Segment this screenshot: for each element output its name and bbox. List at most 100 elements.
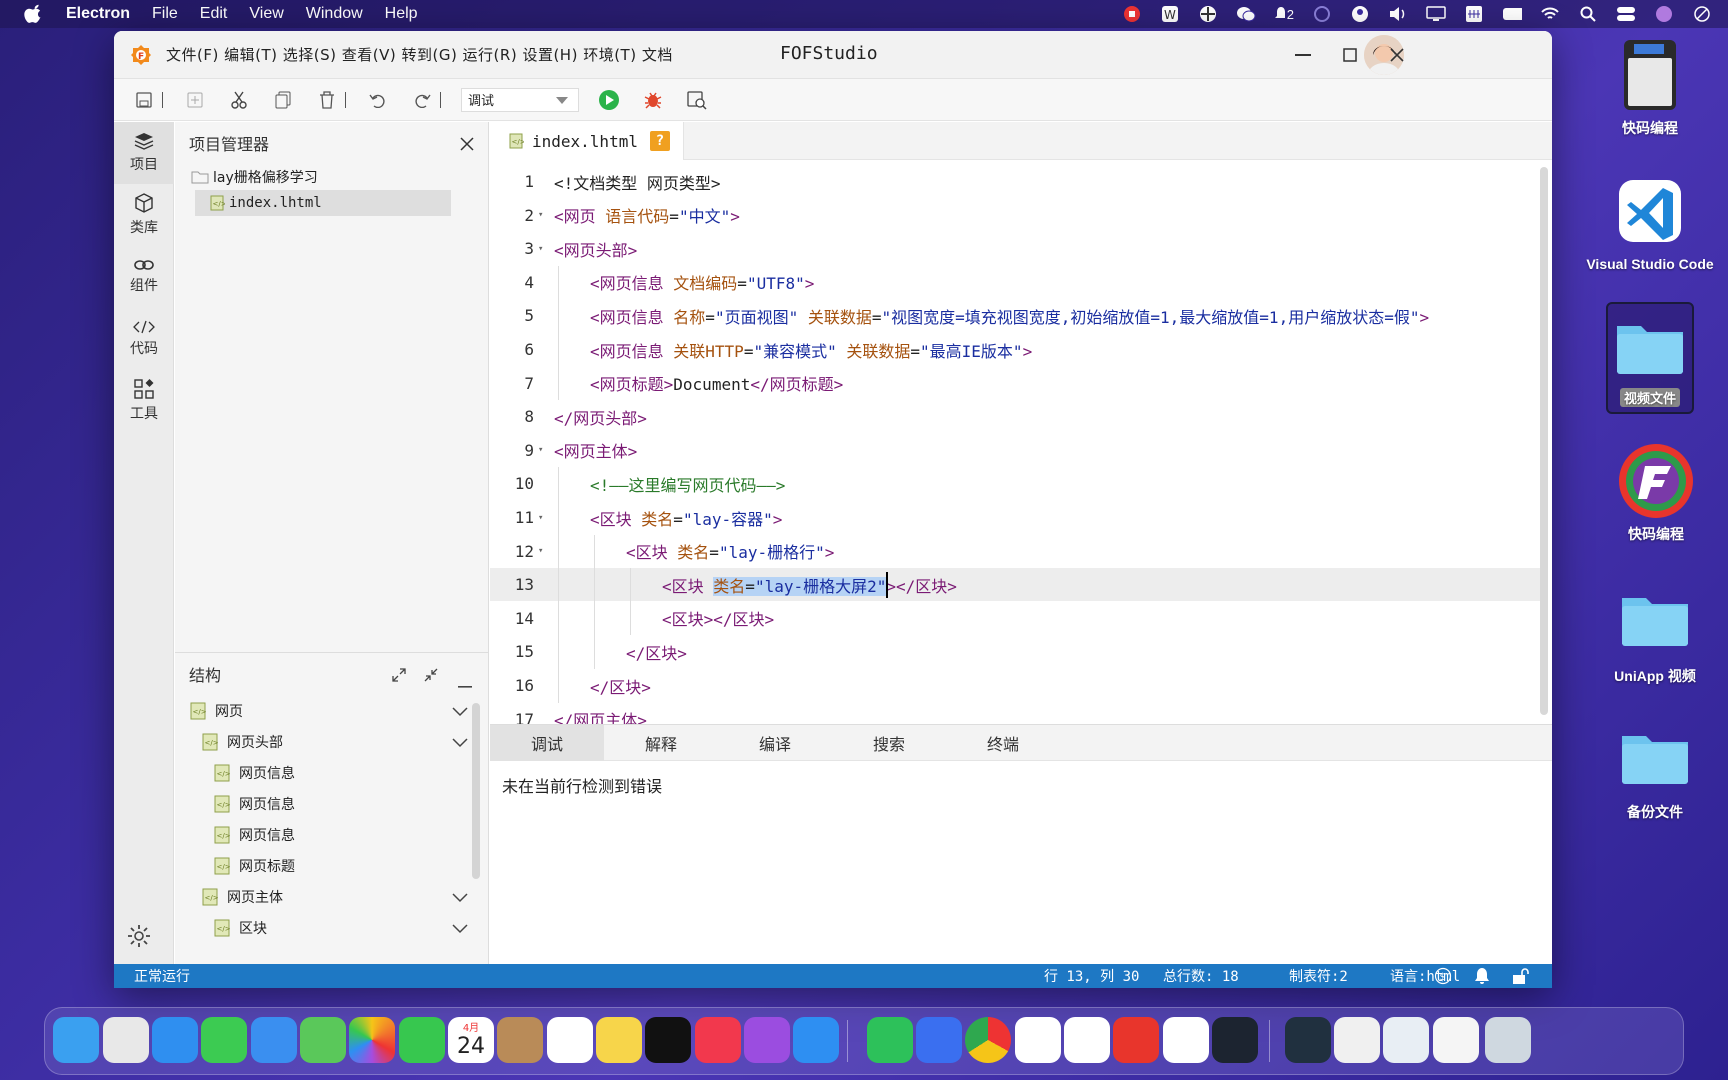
project-file-item[interactable]: </> index.lhtml (195, 190, 451, 216)
structure-scrollbar[interactable] (472, 703, 480, 879)
expand-icon[interactable] (392, 667, 406, 686)
debug-bug-icon[interactable] (641, 88, 665, 112)
menu-window[interactable]: Window (306, 5, 363, 23)
collapse-icon[interactable] (424, 667, 438, 686)
filmora-icon[interactable] (1212, 1017, 1258, 1063)
structure-item[interactable]: </> 网页 (175, 695, 488, 726)
dnd-icon[interactable] (1692, 5, 1712, 23)
siri-icon[interactable] (1654, 5, 1674, 23)
save-icon[interactable] (132, 88, 156, 112)
new-file-icon[interactable] (183, 88, 207, 112)
chevron-down-icon[interactable] (452, 891, 468, 907)
code-line[interactable]: 3 ▾ <网页头部> (490, 232, 1540, 265)
activity-library[interactable]: 类库 (114, 184, 174, 246)
minus-icon[interactable] (458, 673, 472, 692)
contacts-icon[interactable] (497, 1017, 543, 1063)
window-preview-icon[interactable] (1285, 1017, 1331, 1063)
activity-components[interactable]: 组件 (114, 246, 174, 308)
qq-icon[interactable] (1064, 1017, 1110, 1063)
close-panel-icon[interactable] (460, 136, 474, 155)
structure-item[interactable]: </> 网页标题 (175, 850, 488, 881)
record-icon[interactable] (1122, 5, 1142, 23)
bell-icon[interactable] (1474, 967, 1490, 988)
menu-app-name[interactable]: Electron (66, 5, 130, 23)
structure-item[interactable]: </> 网页信息 (175, 788, 488, 819)
menu-edit[interactable]: Edit (200, 5, 228, 23)
structure-item[interactable]: </> 网页头部 (175, 726, 488, 757)
code-line[interactable]: 15 </区块> (490, 635, 1540, 669)
activity-code[interactable]: 代码 (114, 308, 174, 370)
code-line[interactable]: 13 <区块 类名="lay-栅格大屏2"></区块> (490, 568, 1540, 602)
run-icon[interactable] (597, 88, 621, 112)
close-icon[interactable] (1380, 39, 1414, 71)
mail-icon[interactable] (251, 1017, 297, 1063)
undo-icon[interactable] (366, 88, 390, 112)
chrome-icon[interactable] (965, 1017, 1011, 1063)
code-line[interactable]: 11 ▾ <区块 类名="lay-容器"> (490, 501, 1540, 535)
unlock-icon[interactable] (1512, 967, 1530, 988)
desktop-item-vscode[interactable]: Visual Studio Code (1580, 180, 1720, 272)
tencent-docs-icon[interactable] (1015, 1017, 1061, 1063)
tab-explain[interactable]: 解释 (604, 725, 718, 761)
code-line[interactable]: 2 ▾ <网页 语言代码="中文"> (490, 199, 1540, 232)
status-tab-size[interactable]: 制表符:2 (1289, 966, 1348, 986)
code-line[interactable]: 10 <!——这里编写网页代码——> (490, 467, 1540, 501)
lark-icon[interactable] (916, 1017, 962, 1063)
status-cursor-position[interactable]: 行 13, 列 30 (1044, 966, 1139, 986)
fold-toggle-icon[interactable]: ▾ (538, 244, 548, 254)
code-line[interactable]: 4 <网页信息 文档编码="UTF8"> (490, 265, 1540, 300)
minimize-icon[interactable] (1286, 39, 1320, 71)
input-method-icon[interactable] (1464, 5, 1484, 23)
podcasts-icon[interactable] (744, 1017, 790, 1063)
structure-item[interactable]: </> 网页主体 (175, 881, 488, 912)
editor-tab[interactable]: </> index.lhtml ? (490, 122, 684, 160)
trash-icon[interactable] (1485, 1017, 1531, 1063)
person-icon[interactable] (1350, 5, 1370, 23)
spotlight-icon[interactable] (1578, 5, 1598, 23)
wifi-icon[interactable] (1540, 5, 1560, 23)
appstore-icon[interactable] (793, 1017, 839, 1063)
calendar-icon[interactable]: 4月 24 (448, 1017, 494, 1063)
wps-icon[interactable]: W (1160, 5, 1180, 23)
code-line[interactable]: 14 <区块></区块> (490, 601, 1540, 636)
safari-icon[interactable] (152, 1017, 198, 1063)
tab-debug[interactable]: 调试 (490, 725, 604, 761)
code-line[interactable]: 8 </网页头部> (490, 400, 1540, 433)
tab-search[interactable]: 搜索 (832, 725, 946, 761)
chevron-down-icon[interactable] (452, 736, 468, 752)
structure-item[interactable]: </> 区块 (175, 912, 488, 943)
pinwheel-icon[interactable] (1198, 5, 1218, 23)
messages-icon[interactable] (201, 1017, 247, 1063)
app-menu-bar[interactable]: 文件(F) 编辑(T) 选择(S) 查看(V) 转到(G) 运行(R) 设置(H… (166, 44, 673, 65)
debug-mode-select[interactable]: 调试 (461, 87, 579, 112)
wps-icon[interactable] (1163, 1017, 1209, 1063)
fold-toggle-icon[interactable]: ▾ (538, 546, 548, 556)
control-center-icon[interactable] (1616, 5, 1636, 23)
structure-item[interactable]: </> 网页信息 (175, 819, 488, 850)
code-line[interactable]: 5 <网页信息 名称="页面视图" 关联数据="视图宽度=填充视图宽度,初始缩放值… (490, 299, 1540, 333)
reminders-icon[interactable] (547, 1017, 593, 1063)
facetime-icon[interactable] (399, 1017, 445, 1063)
maps-icon[interactable] (300, 1017, 346, 1063)
code-line[interactable]: 12 ▾ <区块 类名="lay-栅格行"> (490, 534, 1540, 569)
wechat-icon[interactable] (867, 1017, 913, 1063)
wechat-icon[interactable] (1236, 5, 1256, 23)
editor-scrollbar[interactable] (1540, 167, 1548, 715)
notes-icon[interactable] (596, 1017, 642, 1063)
menu-file[interactable]: File (152, 5, 178, 23)
fold-toggle-icon[interactable]: ▾ (538, 513, 548, 523)
code-line[interactable]: 16 </区块> (490, 669, 1540, 703)
desktop-item-sd[interactable]: 快码编程 (1612, 38, 1688, 138)
fold-toggle-icon[interactable]: ▾ (538, 210, 548, 220)
code-line[interactable]: 7 <网页标题>Document</网页标题> (490, 366, 1540, 401)
cut-icon[interactable] (227, 88, 251, 112)
structure-item[interactable]: </> 网页信息 (175, 757, 488, 788)
battery-icon[interactable] (1502, 5, 1522, 23)
settings-gear-icon[interactable] (127, 924, 151, 952)
finder-icon[interactable] (53, 1017, 99, 1063)
dollar-icon[interactable]: $ (1434, 967, 1452, 988)
launchpad-icon[interactable] (103, 1017, 149, 1063)
fold-toggle-icon[interactable]: ▾ (538, 445, 548, 455)
apple-icon[interactable] (24, 4, 44, 24)
code-line[interactable]: 6 <网页信息 关联HTTP="兼容模式" 关联数据="最高IE版本"> (490, 333, 1540, 367)
